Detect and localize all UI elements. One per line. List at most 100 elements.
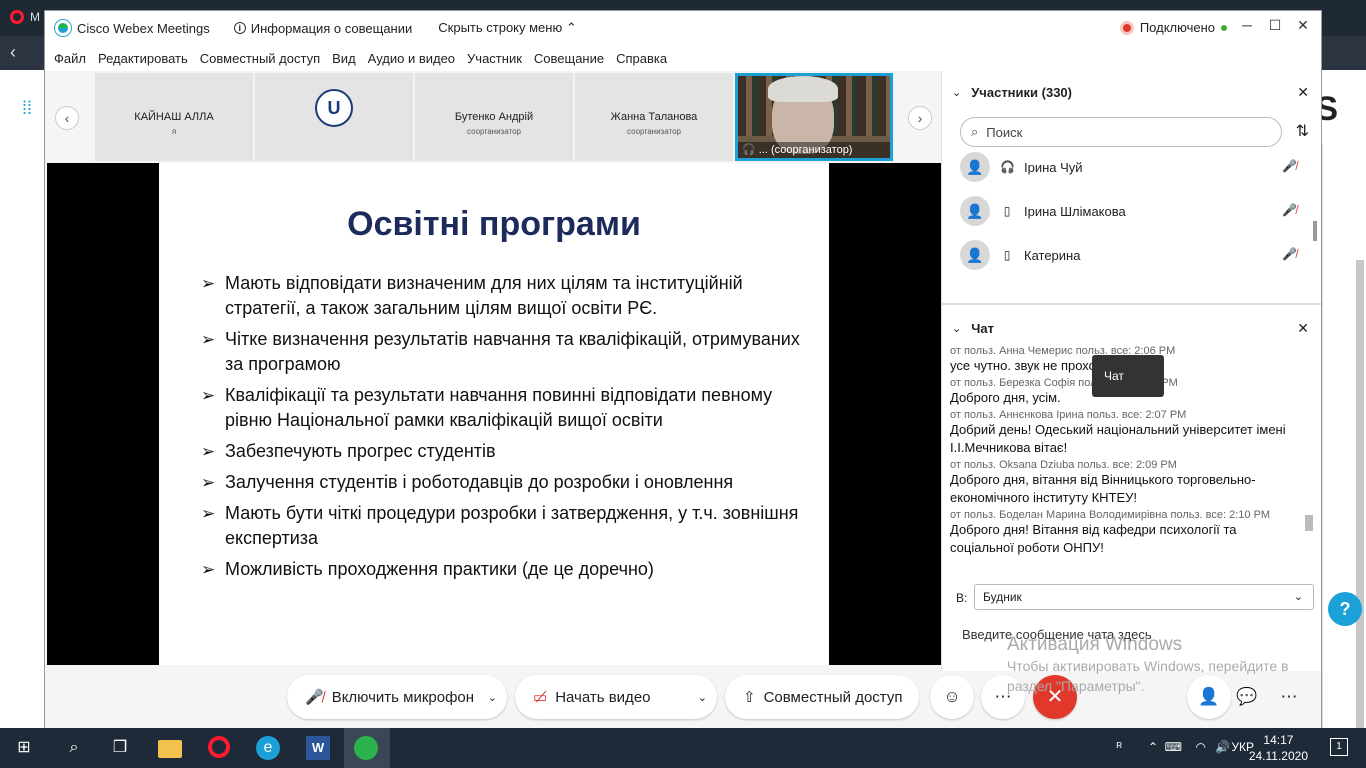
browser-tab-label[interactable]: M [30, 10, 40, 24]
close-chat-icon[interactable]: ✕ [1297, 320, 1309, 337]
participant-row[interactable]: 👤 ▯ Катерина 🎤̸ [960, 235, 1305, 275]
task-view-icon[interactable]: ❒ [108, 736, 132, 760]
windows-start-icon[interactable]: ⊞ [12, 736, 36, 760]
opera-icon[interactable] [208, 736, 230, 758]
menu-participant[interactable]: Участник [467, 51, 522, 66]
start-video-button[interactable]: ▭̸ Начать видео ⌄ [515, 675, 717, 719]
thumbnail-name: КАЙНАШ АЛЛА [134, 111, 214, 123]
status-label: Подключено [1139, 20, 1215, 35]
thumbnail-self[interactable]: КАЙНАШ АЛЛА я [95, 73, 253, 161]
chat-scrollbar[interactable] [1305, 515, 1313, 531]
participant-search-input[interactable]: ⌕ Поиск [960, 117, 1282, 147]
people-icon[interactable]: ᴿ [1117, 740, 1122, 754]
windows-activation-watermark: Активация Windows Чтобы активировать Win… [1007, 634, 1317, 696]
participants-header[interactable]: ⌄ Участники (330) ✕ [942, 75, 1321, 109]
slide-title: Освітні програми [347, 205, 641, 243]
chat-recipient-value: Будник [983, 590, 1022, 604]
shared-content-stage: Освітні програми Мають відповідати визна… [47, 163, 941, 665]
reactions-icon[interactable]: ☺ [930, 675, 974, 719]
presentation-slide: Освітні програми Мають відповідати визна… [159, 163, 829, 665]
chat-recipient-select[interactable]: Будник ⌄ [974, 584, 1314, 610]
menu-file[interactable]: Файл [54, 51, 86, 66]
menu-edit[interactable]: Редактировать [98, 51, 188, 66]
connection-status: Подключено [1119, 20, 1227, 35]
close-window-icon[interactable]: ✕ [1293, 17, 1313, 37]
active-speaker-video[interactable]: 🎧 ... (соорганизатор) [735, 73, 893, 161]
headset-icon: 🎧 [1000, 160, 1015, 174]
activation-subtitle: Чтобы активировать Windows, перейдите в … [1007, 658, 1289, 694]
back-arrow-icon[interactable]: ‹ [10, 42, 16, 63]
file-explorer-icon[interactable] [158, 740, 182, 758]
title-bar: Cisco Webex Meetings i Информация о сове… [45, 11, 1321, 45]
word-icon[interactable]: W [306, 736, 330, 760]
participant-row[interactable]: 👤 ▯ Ірина Шлімакова 🎤̸ [960, 191, 1305, 231]
speaker-hair [768, 76, 838, 102]
sort-icon[interactable]: ⇅ [1296, 121, 1309, 141]
page-scrollbar[interactable] [1356, 260, 1364, 730]
muted-mic-icon[interactable]: 🎤̸ [1282, 159, 1297, 173]
meeting-info-button[interactable]: i Информация о совещании [233, 20, 413, 36]
slide-bullet-list: Мають відповідати визначеним для них ціл… [201, 271, 801, 588]
menu-share[interactable]: Совместный доступ [200, 51, 320, 66]
clock-date: 24.11.2020 [1248, 749, 1308, 763]
avatar-icon: 👤 [960, 240, 990, 270]
minimize-icon[interactable]: ─ [1237, 17, 1257, 37]
chat-header[interactable]: ⌄ Чат ✕ [942, 311, 1321, 345]
unmute-button[interactable]: 🎤̸ Включить микрофон ⌄ [287, 675, 507, 719]
clock[interactable]: 14:17 24.11.2020 [1249, 732, 1308, 764]
menu-meeting[interactable]: Совещание [534, 51, 604, 66]
muted-mic-icon: 🎤̸ [305, 689, 324, 706]
slide-bullet: Кваліфікації та результати навчання пови… [201, 383, 801, 433]
muted-mic-icon[interactable]: 🎤̸ [1282, 203, 1297, 217]
search-icon[interactable]: ⌕ [62, 736, 86, 760]
thumbnail-name: Бутенко Андрій [454, 111, 534, 123]
chat-title: Чат [971, 320, 994, 336]
activation-title: Активация Windows [1007, 634, 1183, 655]
notifications-icon[interactable]: 1 [1330, 738, 1348, 756]
chevron-down-icon: ⌄ [952, 322, 962, 335]
thumbnail-talanova[interactable]: Жанна Таланова соорганизатор [575, 73, 733, 161]
chevron-left-icon[interactable]: ‹ [55, 106, 79, 130]
cisco-logo-icon: ⁞⁞ [22, 98, 33, 118]
chevron-down-icon[interactable]: ⌄ [488, 691, 497, 704]
recording-icon[interactable] [1119, 20, 1134, 35]
chevron-down-icon[interactable]: ⌄ [698, 691, 707, 704]
participant-name: Ірина Чуй [1024, 159, 1083, 175]
app-title: Cisco Webex Meetings [77, 20, 210, 36]
muted-mic-icon[interactable]: 🎤̸ [1282, 247, 1297, 261]
maximize-icon[interactable]: ☐ [1265, 17, 1285, 37]
wifi-icon[interactable]: ◠ [1196, 740, 1206, 754]
chevron-right-icon[interactable]: › [908, 106, 932, 130]
thumbnail-role: соорганизатор [627, 127, 681, 136]
menu-help[interactable]: Справка [616, 51, 667, 66]
slide-bullet: Залучення студентів і роботодавців до ро… [201, 470, 801, 495]
help-question-icon[interactable]: ? [1328, 592, 1362, 626]
phone-icon: ▯ [1003, 248, 1011, 262]
menu-view[interactable]: Вид [332, 51, 356, 66]
menu-audio-video[interactable]: Аудио и видео [368, 51, 455, 66]
edge-icon[interactable]: e [256, 736, 280, 760]
chevron-up-icon[interactable]: ⌃ [1148, 740, 1158, 754]
network-icon[interactable]: ⌨ [1165, 740, 1182, 754]
meeting-info-label: Информация о совещании [250, 20, 413, 36]
slide-bullet: Забезпечують прогрес студентів [201, 439, 801, 464]
thumbnail-logo-participant[interactable]: U [255, 73, 413, 161]
close-participants-icon[interactable]: ✕ [1297, 84, 1309, 101]
thumbnail-role: я [171, 127, 177, 136]
unmute-label: Включить микрофон [331, 688, 475, 706]
headset-icon: 🎧 [742, 144, 756, 156]
hide-menu-button[interactable]: Скрыть строку меню ⌃ [438, 20, 576, 36]
share-label: Совместный доступ [763, 688, 903, 706]
volume-icon[interactable]: 🔊 [1215, 740, 1230, 754]
share-button[interactable]: ⇧ Совместный доступ [725, 675, 919, 719]
menu-bar: Файл Редактировать Совместный доступ Вид… [45, 45, 1321, 71]
video-caption: 🎧 ... (соорганизатор) [738, 142, 890, 158]
participants-scrollbar[interactable] [1313, 221, 1317, 241]
clock-time: 14:17 [1263, 733, 1294, 747]
chevron-down-icon: ⌄ [1293, 591, 1303, 603]
participant-row[interactable]: 👤 🎧 Ірина Чуй 🎤̸ [960, 147, 1305, 187]
panel-divider[interactable] [942, 303, 1321, 305]
webex-icon[interactable] [354, 736, 378, 760]
webex-window: Cisco Webex Meetings i Информация о сове… [44, 10, 1322, 729]
thumbnail-butenko[interactable]: Бутенко Андрій соорганизатор [415, 73, 573, 161]
